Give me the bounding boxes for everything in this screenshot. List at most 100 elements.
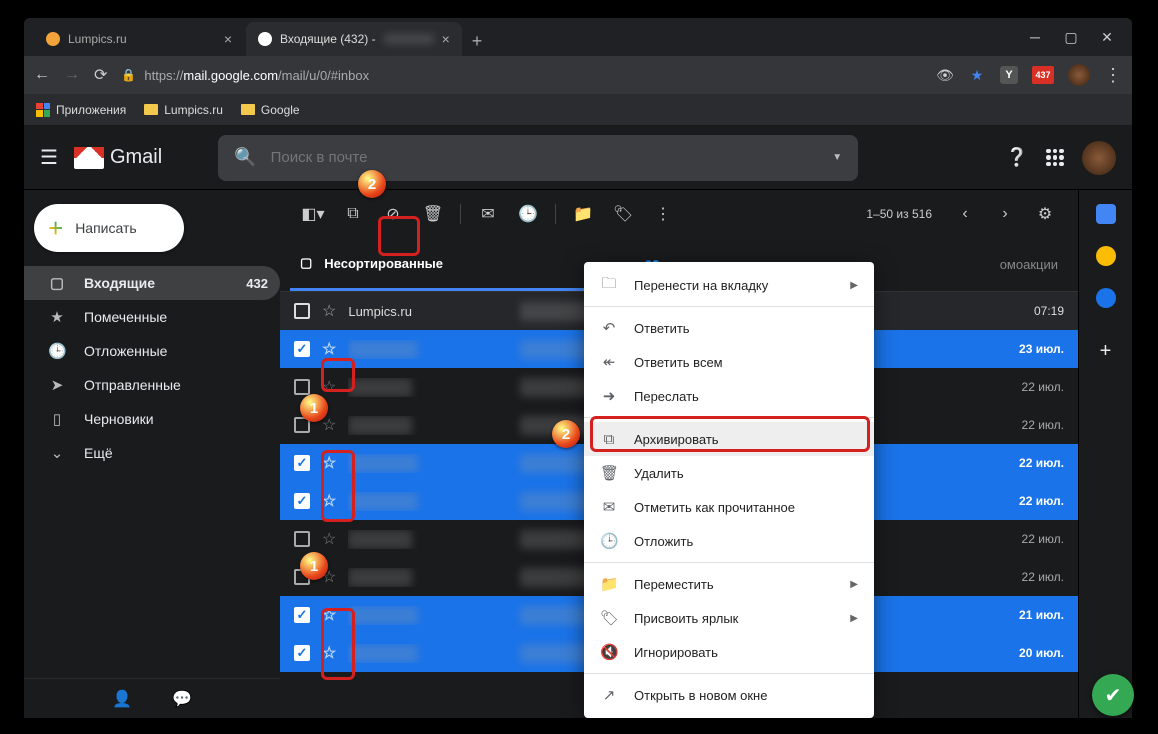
browser-menu-icon[interactable]: ⋮ [1104, 65, 1122, 86]
sidebar-item-more[interactable]: ⌄Ещё [24, 436, 280, 470]
forward-button[interactable]: → [64, 66, 80, 84]
separator [555, 204, 556, 224]
ctx-move-to[interactable]: 📁Переместить▶ [584, 567, 874, 601]
gmail-logo[interactable]: Gmail [74, 146, 162, 169]
sidebar-item-drafts[interactable]: ▯Черновики [24, 402, 280, 436]
star-icon[interactable]: ★ [968, 66, 986, 84]
star-icon[interactable]: ☆ [322, 415, 336, 435]
row-checkbox[interactable] [294, 569, 310, 585]
ctx-reply-all[interactable]: ↞Ответить всем [584, 345, 874, 379]
profile-avatar-icon[interactable] [1068, 64, 1090, 86]
hangouts-icon[interactable]: 💬 [172, 689, 192, 709]
star-icon[interactable]: ☆ [322, 643, 336, 663]
ctx-archive[interactable]: ⧉Архивировать [584, 422, 874, 456]
sidebar-item-inbox[interactable]: ▢ Входящие 432 [24, 266, 280, 300]
star-icon[interactable]: ☆ [322, 491, 336, 511]
help-icon[interactable]: ❔ [1006, 147, 1028, 168]
archive-button[interactable]: ⧉ [336, 197, 370, 231]
tab-promotions[interactable]: омоакции [978, 238, 1068, 291]
redacted-sender: xxxxxxxx [348, 606, 418, 625]
account-avatar[interactable] [1082, 141, 1116, 175]
report-spam-button[interactable]: ⊘ [376, 197, 410, 231]
move-tab-icon: 🗀 [600, 273, 618, 298]
back-button[interactable]: ← [34, 66, 50, 84]
tab-primary[interactable]: ▢Несортированные [290, 238, 626, 291]
row-date: 22 июл. [1019, 494, 1064, 508]
browser-tab[interactable]: Lumpics.ru × [34, 22, 244, 56]
ctx-reply[interactable]: ↶Ответить [584, 311, 874, 345]
row-checkbox[interactable] [294, 303, 310, 319]
row-checkbox[interactable]: ✓ [294, 341, 310, 357]
star-icon[interactable]: ☆ [322, 339, 336, 359]
mail-extension-badge[interactable]: 437 [1032, 66, 1054, 84]
maximize-button[interactable]: ▢ [1064, 29, 1078, 46]
ctx-move-to-tab[interactable]: 🗀Перенести на вкладку▶ [584, 268, 874, 302]
next-page-button[interactable]: › [988, 197, 1022, 231]
google-apps-icon[interactable] [1046, 149, 1064, 167]
reload-button[interactable]: ⟳ [94, 65, 107, 85]
bookmark-apps[interactable]: Приложения [36, 103, 126, 117]
mark-read-button[interactable]: ✉ [471, 197, 505, 231]
sidebar-item-starred[interactable]: ★Помеченные [24, 300, 280, 334]
prev-page-button[interactable]: ‹ [948, 197, 982, 231]
row-checkbox[interactable]: ✓ [294, 493, 310, 509]
row-checkbox[interactable] [294, 417, 310, 433]
compose-button[interactable]: + Написать [34, 204, 184, 252]
hamburger-menu-icon[interactable]: ☰ [40, 145, 58, 170]
star-icon[interactable]: ☆ [322, 377, 336, 397]
search-input[interactable] [271, 149, 819, 166]
keep-addon-icon[interactable] [1096, 246, 1116, 266]
shield-fab-icon[interactable]: ✔ [1092, 674, 1134, 716]
redacted-sender: xxxxxxxx [348, 340, 418, 359]
row-checkbox[interactable] [294, 379, 310, 395]
delete-button[interactable]: 🗑 [416, 197, 450, 231]
ctx-delete[interactable]: 🗑Удалить [584, 456, 874, 490]
move-to-button[interactable]: 📁 [566, 197, 600, 231]
bookmark-folder[interactable]: Lumpics.ru [144, 103, 223, 117]
ctx-label[interactable]: 🏷Присвоить ярлык▶ [584, 601, 874, 635]
new-tab-button[interactable]: + [464, 27, 491, 56]
ctx-label: Ответить всем [634, 355, 723, 370]
row-checkbox[interactable]: ✓ [294, 455, 310, 471]
row-checkbox[interactable] [294, 531, 310, 547]
close-tab-icon[interactable]: × [442, 31, 450, 47]
sidebar-item-sent[interactable]: ➤Отправленные [24, 368, 280, 402]
add-addon-icon[interactable]: + [1100, 340, 1112, 363]
search-dropdown-icon[interactable]: ▼ [832, 152, 842, 163]
extension-y-icon[interactable]: Y [1000, 66, 1018, 84]
star-icon[interactable]: ☆ [322, 529, 336, 549]
url-field[interactable]: 🔒 https://mail.google.com/mail/u/0/#inbo… [121, 68, 922, 83]
sidebar-item-label: Отложенные [84, 343, 167, 359]
ctx-forward[interactable]: ➜Переслать [584, 379, 874, 413]
more-button[interactable]: ⋮ [646, 197, 680, 231]
sidebar-item-snoozed[interactable]: 🕒Отложенные [24, 334, 280, 368]
ctx-snooze[interactable]: 🕒Отложить [584, 524, 874, 558]
labels-button[interactable]: 🏷 [606, 197, 640, 231]
tasks-addon-icon[interactable] [1096, 288, 1116, 308]
star-icon[interactable]: ☆ [322, 453, 336, 473]
redacted-sender: xxxxxxxx [348, 454, 418, 473]
close-tab-icon[interactable]: × [224, 31, 232, 47]
row-checkbox[interactable]: ✓ [294, 645, 310, 661]
star-icon[interactable]: ☆ [322, 567, 336, 587]
browser-tab-active[interactable]: Входящие (432) - × [246, 22, 462, 56]
chevron-down-icon: ⌄ [48, 444, 66, 462]
ctx-mute[interactable]: 🔇Игнорировать [584, 635, 874, 669]
calendar-addon-icon[interactable] [1096, 204, 1116, 224]
snooze-button[interactable]: 🕒 [511, 197, 545, 231]
select-checkbox[interactable]: ◧▾ [296, 197, 330, 231]
contacts-icon[interactable]: 👤 [112, 689, 132, 709]
star-icon[interactable]: ☆ [322, 605, 336, 625]
redacted-text [384, 34, 434, 44]
settings-button[interactable]: ⚙ [1028, 197, 1062, 231]
eye-icon[interactable]: 👁 [936, 66, 954, 84]
ctx-label: Отметить как прочитанное [634, 500, 795, 515]
bookmark-folder[interactable]: Google [241, 103, 300, 117]
ctx-open-new-window[interactable]: ↗Открыть в новом окне [584, 678, 874, 712]
ctx-mark-read[interactable]: ✉Отметить как прочитанное [584, 490, 874, 524]
search-box[interactable]: 🔍 ▼ [218, 135, 858, 181]
star-icon[interactable]: ☆ [322, 301, 336, 321]
minimize-button[interactable]: ─ [1028, 29, 1042, 46]
row-checkbox[interactable]: ✓ [294, 607, 310, 623]
close-window-button[interactable]: ✕ [1100, 29, 1114, 46]
